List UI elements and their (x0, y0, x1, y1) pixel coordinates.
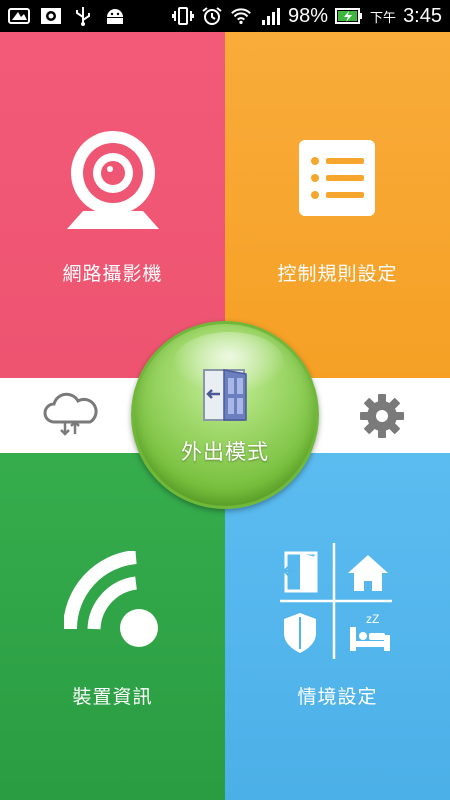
away-mode-label: 外出模式 (181, 440, 269, 464)
device-info-tile[interactable]: 裝置資訊 (0, 453, 225, 800)
clock: 3:45 (403, 4, 442, 27)
scene-grid-icon: zZ (280, 543, 392, 659)
wifi-icon (230, 6, 252, 26)
cloud-sync-button[interactable] (40, 392, 100, 440)
gear-icon (360, 394, 404, 438)
usb-icon (72, 6, 94, 26)
signal-icon (259, 6, 281, 26)
wireless-signal-icon (64, 551, 158, 647)
android-icon (104, 6, 126, 26)
door-exit-icon (203, 369, 247, 421)
scene-settings-tile[interactable]: zZ 情境設定 (225, 453, 450, 800)
settings-button[interactable] (356, 390, 408, 442)
time-period: 下午 (370, 10, 397, 26)
image-icon (40, 6, 62, 26)
device-info-label: 裝置資訊 (72, 686, 153, 708)
battery-charging-icon (335, 6, 363, 26)
away-mode-button[interactable]: 外出模式 (131, 321, 319, 509)
status-bar: 98% 下午 3:45 (0, 0, 450, 32)
webcam-icon (67, 131, 159, 229)
screenshot-icon (8, 6, 30, 26)
scene-settings-label: 情境設定 (297, 686, 378, 708)
list-icon (299, 140, 375, 216)
webcam-label: 網路攝影機 (62, 263, 163, 285)
control-rules-label: 控制規則設定 (277, 263, 398, 285)
cloud-sync-icon (43, 392, 98, 436)
control-rules-tile[interactable]: 控制規則設定 (225, 32, 450, 378)
battery-percent: 98% (288, 4, 329, 27)
svg-text:zZ: zZ (366, 612, 379, 626)
alarm-icon (201, 6, 223, 26)
vibrate-icon (172, 6, 195, 26)
